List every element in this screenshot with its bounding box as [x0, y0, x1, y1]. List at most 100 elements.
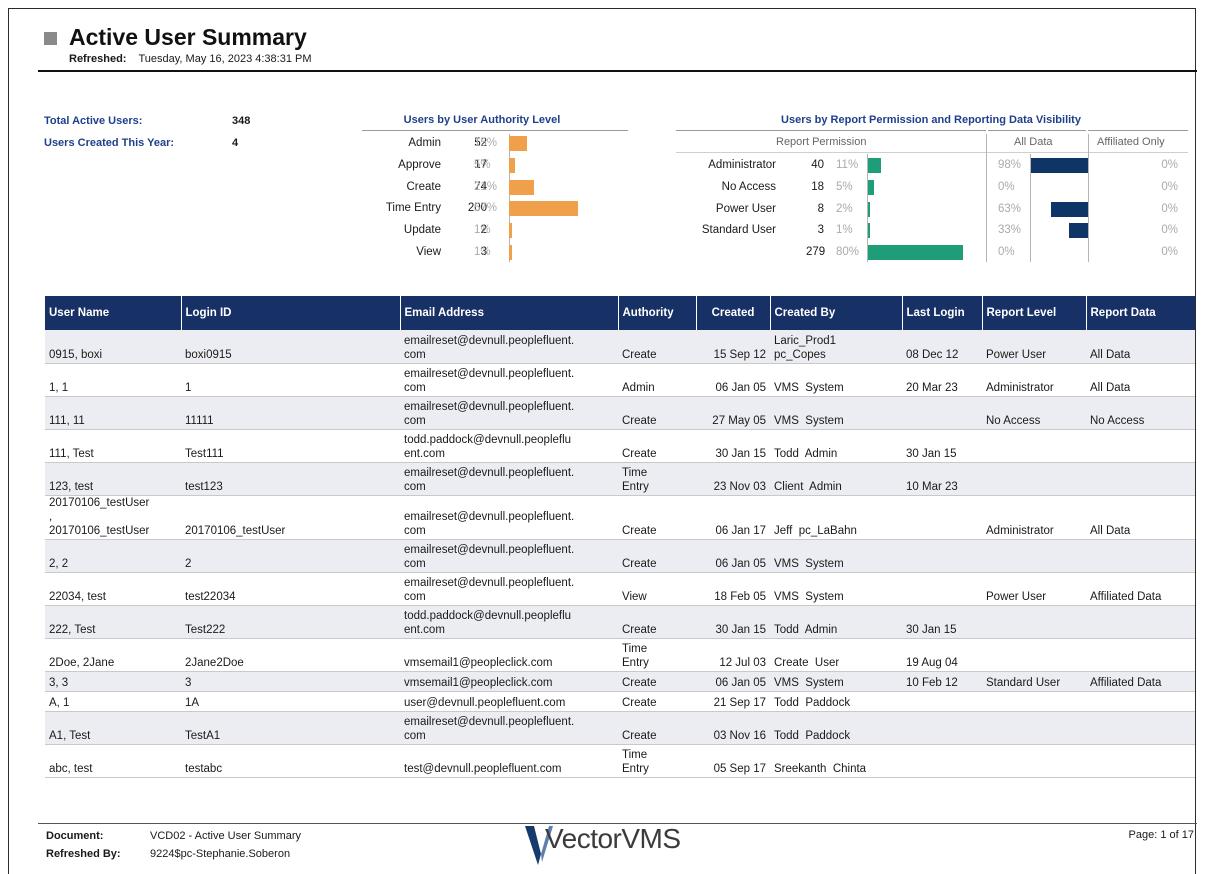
- cell-line: Create: [622, 623, 657, 636]
- affiliated-percent: 0%: [1161, 246, 1178, 259]
- affiliated-percent: 0%: [1161, 224, 1178, 237]
- table-cell: [902, 711, 982, 745]
- cell-line: Entry: [622, 656, 649, 669]
- cell-line: 1: [185, 381, 192, 394]
- cell-line: 0915, boxi: [49, 348, 103, 361]
- table-cell: 19 Aug 04: [902, 638, 982, 672]
- cell-line: 23 Nov 03: [713, 480, 766, 493]
- cell-line: No Access: [1090, 414, 1145, 427]
- cell-line: Power User: [986, 590, 1047, 603]
- table-cell: [982, 539, 1086, 573]
- authority-row: Update 2 1%: [330, 222, 630, 240]
- table-cell: [982, 429, 1086, 463]
- cell-line: Create: [622, 348, 657, 361]
- cell-line: 2, 2: [49, 557, 69, 570]
- cell-line: com: [404, 557, 426, 570]
- table-cell: emailreset@devnull.peoplefluent. com: [400, 363, 618, 397]
- table-cell: Time Entry: [618, 462, 696, 496]
- permission-bar: [868, 201, 871, 217]
- table-cell: 3, 3: [45, 671, 181, 692]
- table-cell: Standard User: [982, 671, 1086, 692]
- footer-refreshed-by: Refreshed By: 9224$pc-Stephanie.Soberon: [46, 848, 290, 860]
- cell-line: vmsemail1@peopleclick.com: [404, 676, 553, 689]
- table-cell: No Access: [1086, 396, 1195, 430]
- cell-line: emailreset@devnull.peoplefluent.: [404, 466, 575, 479]
- table-cell: Admin: [618, 363, 696, 397]
- table-cell: test@devnull.peoplefluent.com: [400, 744, 618, 778]
- table-cell: 123, test: [45, 462, 181, 496]
- cell-line: Administrator: [986, 381, 1054, 394]
- logo-text: VectorVMS: [545, 823, 681, 854]
- authority-label: Time Entry: [385, 202, 441, 215]
- permission-percent: 1%: [836, 224, 853, 237]
- table-cell: 15 Sep 12: [696, 330, 770, 364]
- cell-line: 08 Dec 12: [906, 348, 959, 361]
- table-cell: 22034, test: [45, 572, 181, 606]
- permission-count: 3: [817, 224, 824, 237]
- column-header: Email Address: [399, 296, 618, 330]
- cell-line: Affiliated Data: [1090, 590, 1162, 603]
- cell-line: All Data: [1090, 348, 1131, 361]
- cell-line: Entry: [622, 762, 649, 775]
- table-cell: Create User: [770, 638, 902, 672]
- table-cell: 10 Feb 12: [902, 671, 982, 692]
- authority-row: View 3 1%: [330, 244, 630, 262]
- cell-line: VMS System: [774, 590, 844, 603]
- cell-line: test22034: [185, 590, 236, 603]
- table-cell: Administrator: [982, 495, 1086, 540]
- table-cell: Create: [618, 396, 696, 430]
- all-data-percent: 98%: [998, 159, 1022, 171]
- cell-line: Todd Paddock: [774, 696, 851, 709]
- table-cell: 1: [181, 363, 400, 397]
- cell-line: 27 May 05: [712, 414, 766, 427]
- table-cell: 111, Test: [45, 429, 181, 463]
- table-cell: Power User: [982, 572, 1086, 606]
- table-cell: Create: [618, 495, 696, 540]
- cell-line: 30 Jan 15: [906, 447, 957, 460]
- permission-label: Power User: [715, 202, 776, 215]
- table-cell: Create: [618, 691, 696, 712]
- authority-percent: 57%: [474, 202, 498, 215]
- cell-line: emailreset@devnull.peoplefluent.: [404, 510, 575, 523]
- table-cell: 20170106_testUser, 20170106_testUser: [45, 495, 181, 540]
- table-cell: abc, test: [45, 744, 181, 778]
- cell-line: Create: [622, 414, 657, 427]
- cell-line: ent.com: [404, 623, 445, 636]
- table-cell: A, 1: [45, 691, 181, 712]
- refreshed-value: Tuesday, May 16, 2023 4:38:31 PM: [138, 53, 312, 65]
- table-cell: 111, 11: [45, 396, 181, 430]
- table-cell: 2: [181, 539, 400, 573]
- cell-line: 1, 1: [49, 381, 69, 394]
- permission-row: 279 80% 0% 0%: [676, 244, 1186, 262]
- permission-percent: 5%: [836, 180, 853, 193]
- table-cell: 222, Test: [45, 605, 181, 639]
- cell-line: com: [404, 414, 426, 427]
- authority-label: Admin: [408, 137, 441, 149]
- cell-line: test@devnull.peoplefluent.com: [404, 762, 562, 775]
- cell-line: VMS System: [774, 676, 844, 689]
- table-cell: Create: [618, 605, 696, 639]
- permission-row: Power User 8 2% 63% 0%: [676, 201, 1186, 219]
- cell-line: 11111: [185, 414, 214, 427]
- cell-line: Laric_Prod1: [774, 334, 837, 347]
- affiliated-percent: 0%: [1161, 202, 1178, 215]
- cell-line: abc, test: [49, 762, 93, 775]
- cell-line: 06 Jan 17: [715, 524, 766, 537]
- table-cell: 06 Jan 05: [696, 363, 770, 397]
- permission-bar: [868, 179, 874, 195]
- report-title: Active User Summary: [69, 24, 307, 50]
- cell-line: Todd Admin: [774, 447, 838, 460]
- table-row: 111, Test Test111 todd.paddock@devnull.peo…: [45, 429, 1195, 463]
- table-cell: 27 May 05: [696, 396, 770, 430]
- cell-line: 30 Jan 15: [715, 447, 766, 460]
- table-cell: Todd Paddock: [770, 711, 902, 745]
- permission-percent: 80%: [836, 246, 860, 259]
- table-cell: Test111: [181, 429, 400, 463]
- table-cell: vmsemail1@peopleclick.com: [400, 638, 618, 672]
- all-data-bar: [1068, 223, 1088, 239]
- cell-line: Create: [622, 524, 657, 537]
- permission-chart-rule-1: [676, 130, 986, 131]
- cell-line: com: [404, 729, 426, 742]
- table-cell: View: [618, 572, 696, 606]
- title-square-icon: [44, 32, 57, 45]
